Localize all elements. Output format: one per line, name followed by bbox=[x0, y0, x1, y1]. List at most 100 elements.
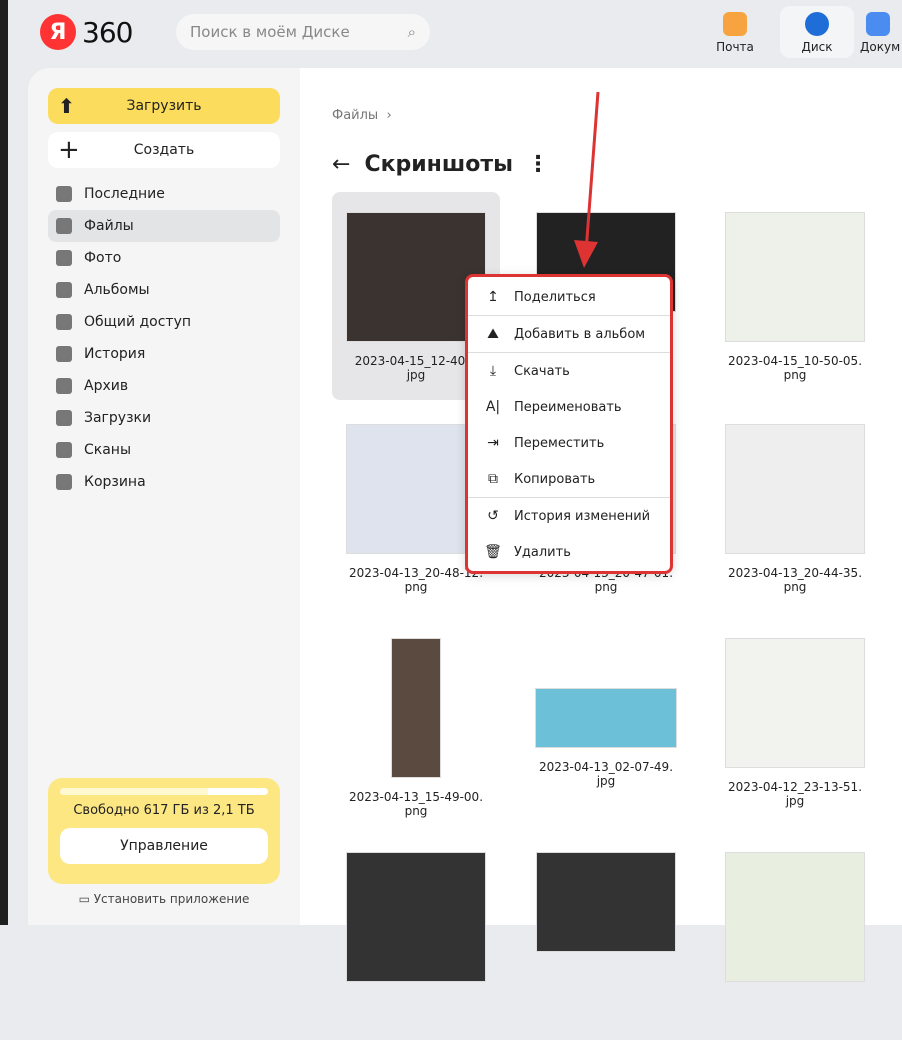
upload-label: Загрузить bbox=[126, 98, 202, 114]
sidebar-item-label: Общий доступ bbox=[84, 314, 192, 330]
menu-item[interactable]: ⇥ Переместить bbox=[468, 425, 670, 461]
sidebar: ⬆ Загрузить + Создать Последние Файлы Фото Ал… bbox=[28, 68, 300, 925]
storage-text: Свободно 617 ГБ из 2,1 ТБ bbox=[73, 803, 255, 818]
logo-text: 360 bbox=[82, 15, 133, 49]
storage-bar-fill bbox=[60, 788, 208, 795]
sidebar-item-label: Архив bbox=[84, 378, 129, 394]
file-item[interactable]: 2023-04-15_10-50-05. png bbox=[711, 192, 879, 400]
menu-item[interactable]: ↺ История изменений bbox=[468, 498, 670, 534]
file-name: 2023-04-12_23-13-51. bbox=[727, 780, 863, 794]
breadcrumb-item[interactable]: Файлы bbox=[332, 108, 378, 123]
docs-icon bbox=[866, 12, 890, 36]
sidebar-item[interactable]: Общий доступ bbox=[48, 306, 280, 338]
nav-icon bbox=[56, 250, 72, 266]
back-arrow-icon[interactable]: ← bbox=[332, 152, 350, 177]
logo-icon: Я bbox=[40, 14, 76, 50]
file-item[interactable]: 2023-04-12_23-13-51. jpg bbox=[711, 618, 879, 826]
mail-icon bbox=[723, 12, 747, 36]
sidebar-item[interactable]: Файлы bbox=[48, 210, 280, 242]
more-options-icon[interactable]: ⋮ bbox=[527, 152, 549, 177]
yandex-360-logo[interactable]: Я 360 bbox=[40, 14, 133, 50]
file-item[interactable] bbox=[332, 832, 500, 1040]
menu-item[interactable]: ⤓ Скачать bbox=[468, 353, 670, 389]
menu-item-label: Удалить bbox=[514, 544, 571, 560]
file-ext: jpg bbox=[596, 774, 616, 788]
file-item[interactable]: 2023-04-13_20-44-35. png bbox=[711, 404, 879, 612]
file-thumbnail bbox=[725, 638, 865, 768]
file-name: 2023-04-13_02-07-49. bbox=[538, 760, 674, 774]
menu-item[interactable]: ⛰ Добавить в альбом bbox=[468, 316, 670, 352]
nav-icon bbox=[56, 346, 72, 362]
sidebar-item[interactable]: Альбомы bbox=[48, 274, 280, 306]
file-thumbnail bbox=[725, 424, 865, 554]
manage-button[interactable]: Управление bbox=[60, 828, 268, 864]
menu-item[interactable]: ⧉ Копировать bbox=[468, 461, 670, 497]
nav-icon bbox=[56, 442, 72, 458]
sidebar-item[interactable]: Корзина bbox=[48, 466, 280, 498]
menu-item-icon: ⇥ bbox=[487, 435, 499, 451]
sidebar-item[interactable]: Загрузки bbox=[48, 402, 280, 434]
file-ext: png bbox=[594, 580, 618, 594]
storage-bar bbox=[60, 788, 268, 795]
menu-item-label: Копировать bbox=[514, 471, 596, 487]
menu-item-label: Добавить в альбом bbox=[514, 326, 646, 342]
app-label: Почта bbox=[716, 40, 754, 54]
sidebar-item[interactable]: История bbox=[48, 338, 280, 370]
app-label: Диск bbox=[801, 40, 833, 54]
sidebar-item[interactable]: Архив bbox=[48, 370, 280, 402]
sidebar-item-label: Корзина bbox=[84, 474, 146, 490]
menu-item-icon: ↥ bbox=[487, 289, 499, 305]
menu-item[interactable]: 🗑 Удалить bbox=[468, 534, 670, 570]
install-app-link[interactable]: ▭ Установить приложение bbox=[28, 892, 300, 906]
file-item[interactable] bbox=[522, 832, 690, 1040]
sidebar-item[interactable]: Последние bbox=[48, 178, 280, 210]
menu-item-icon: A| bbox=[485, 399, 501, 415]
menu-item[interactable]: ↥ Поделиться bbox=[468, 279, 670, 315]
menu-item-icon: ⧉ bbox=[488, 471, 498, 487]
menu-item[interactable]: A| Переименовать bbox=[468, 389, 670, 425]
upload-button[interactable]: ⬆ Загрузить bbox=[48, 88, 280, 124]
app-mail[interactable]: Почта bbox=[698, 6, 772, 58]
menu-item-label: Переименовать bbox=[514, 399, 622, 415]
sidebar-item-label: История bbox=[84, 346, 146, 362]
sidebar-item-label: Загрузки bbox=[84, 410, 152, 426]
window-edge bbox=[0, 0, 8, 925]
search-placeholder: Поиск в моём Диске bbox=[190, 23, 350, 41]
menu-item-label: Скачать bbox=[514, 363, 570, 379]
sidebar-item-label: Последние bbox=[84, 186, 165, 202]
header: Я 360 Поиск в моём Диске ⌕ Почта Диск До… bbox=[8, 0, 902, 66]
file-item[interactable]: 2023-04-13_15-49-00. png bbox=[332, 618, 500, 826]
menu-item-icon: ↺ bbox=[487, 508, 499, 524]
search-input[interactable]: Поиск в моём Диске ⌕ bbox=[176, 14, 430, 50]
create-button[interactable]: + Создать bbox=[48, 132, 280, 168]
sidebar-item-label: Альбомы bbox=[84, 282, 150, 298]
file-ext: png bbox=[783, 368, 807, 382]
disk-icon bbox=[805, 12, 829, 36]
app-disk[interactable]: Диск bbox=[780, 6, 854, 58]
breadcrumb[interactable]: Файлы › bbox=[332, 108, 392, 123]
nav-icon bbox=[56, 410, 72, 426]
sidebar-item[interactable]: Сканы bbox=[48, 434, 280, 466]
computer-icon: ▭ bbox=[78, 892, 94, 906]
folder-header: ← Скриншоты ⋮ bbox=[332, 152, 549, 177]
file-thumbnail bbox=[536, 852, 676, 952]
file-ext: png bbox=[404, 804, 428, 818]
nav-icon bbox=[56, 474, 72, 490]
search-icon: ⌕ bbox=[407, 23, 416, 41]
sidebar-item-label: Сканы bbox=[84, 442, 132, 458]
sidebar-item-label: Файлы bbox=[84, 218, 134, 234]
menu-item-label: Переместить bbox=[514, 435, 605, 451]
menu-item-label: История изменений bbox=[514, 508, 651, 524]
context-menu: ↥ Поделиться ⛰ Добавить в альбом ⤓ Скачать A| П… bbox=[465, 274, 673, 574]
menu-item-label: Поделиться bbox=[514, 289, 596, 305]
sidebar-item-label: Фото bbox=[84, 250, 122, 266]
file-item[interactable]: 2023-04-13_02-07-49. jpg bbox=[522, 618, 690, 826]
page-title: Скриншоты bbox=[364, 152, 514, 177]
nav-icon bbox=[56, 186, 72, 202]
sidebar-item[interactable]: Фото bbox=[48, 242, 280, 274]
app-docs[interactable]: Докум bbox=[860, 6, 902, 58]
file-item[interactable] bbox=[711, 832, 879, 1040]
file-thumbnail bbox=[725, 852, 865, 982]
sidebar-nav: Последние Файлы Фото Альбомы Общий доступ Ист… bbox=[48, 178, 280, 498]
nav-icon bbox=[56, 218, 72, 234]
